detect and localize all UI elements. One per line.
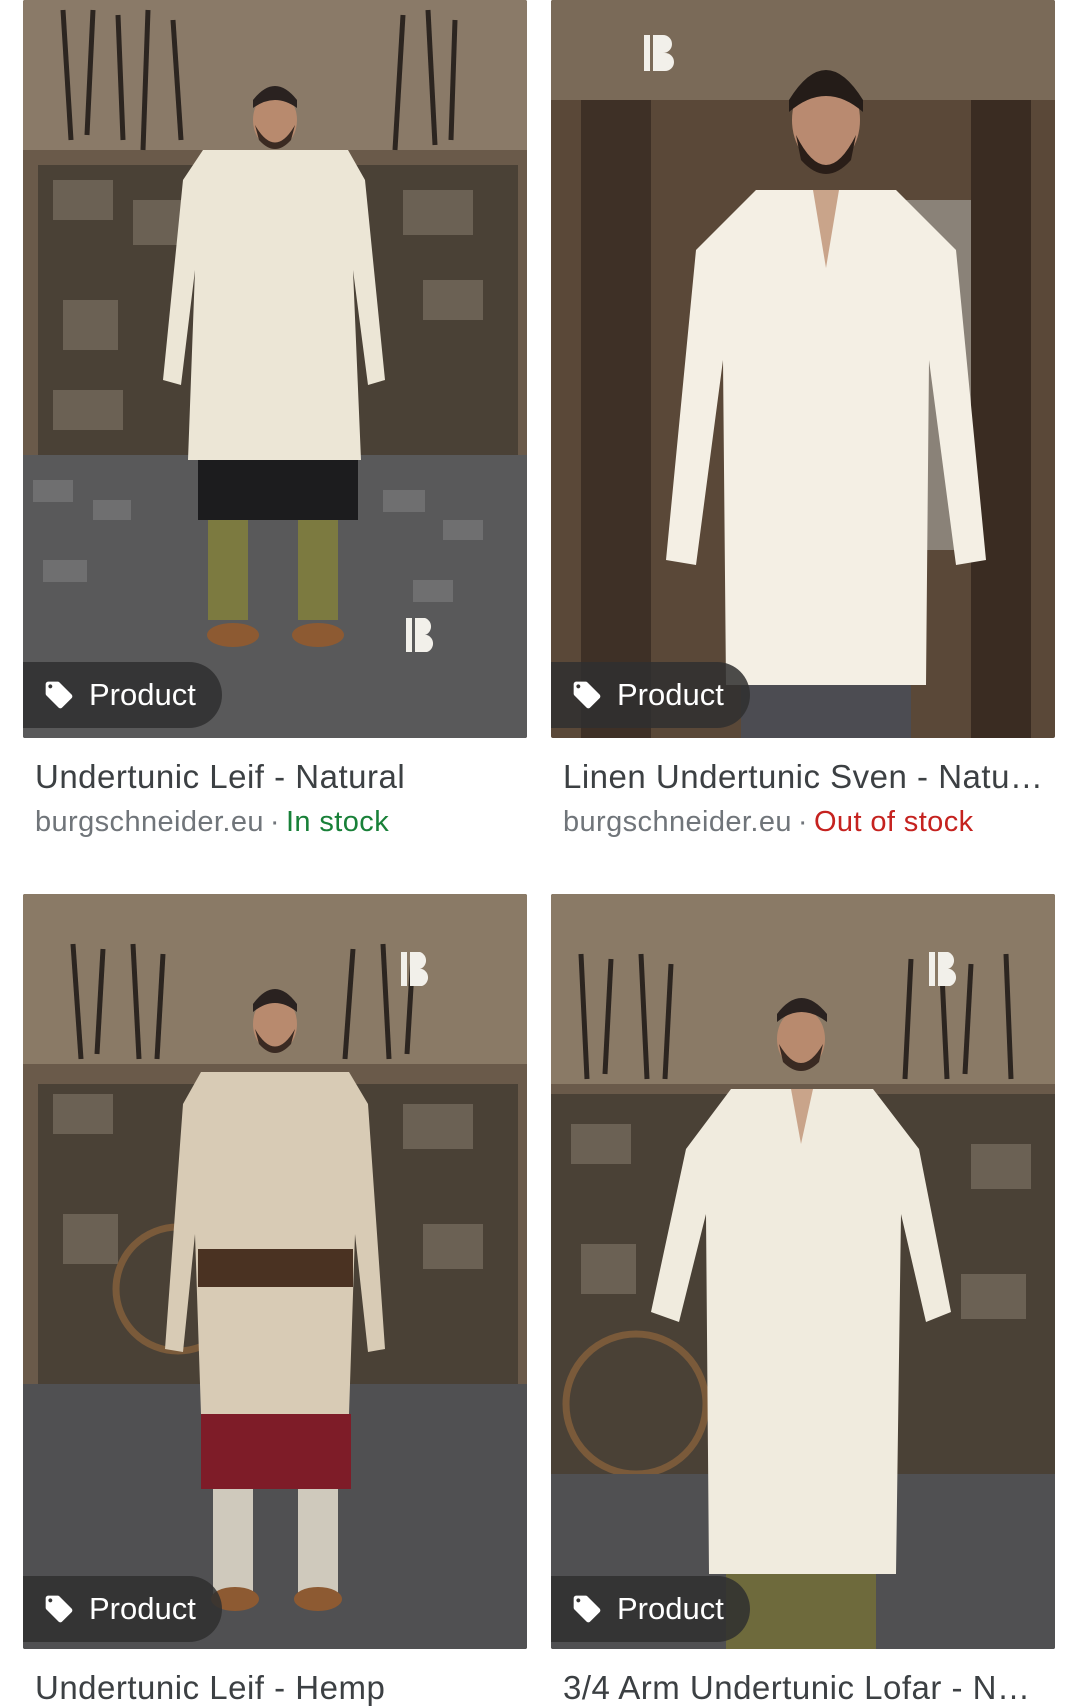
result-card[interactable]: Product Undertunic Leif - Hemp — [23, 894, 527, 1707]
tunic-photo — [23, 894, 527, 1649]
product-image[interactable]: Product — [551, 0, 1055, 738]
product-chip: Product — [551, 662, 750, 728]
chip-label: Product — [89, 1591, 196, 1626]
source-domain: burgschneider.eu — [35, 806, 264, 838]
product-chip: Product — [23, 662, 222, 728]
tunic-photo — [23, 0, 527, 738]
result-card[interactable]: Product Undertunic Leif - Natural burgsc… — [23, 0, 527, 839]
product-chip: Product — [551, 1576, 750, 1642]
result-card[interactable]: Product Linen Undertunic Sven - Natu… bu… — [551, 0, 1055, 839]
product-image[interactable]: Product — [551, 894, 1055, 1649]
tunic-photo — [551, 0, 1055, 738]
product-chip: Product — [23, 1576, 222, 1642]
product-title[interactable]: Undertunic Leif - Hemp — [35, 1669, 515, 1707]
result-card[interactable]: Product 3/4 Arm Undertunic Lofar - N… — [551, 894, 1055, 1707]
product-meta: burgschneider.eu · In stock — [35, 806, 515, 839]
source-domain: burgschneider.eu — [563, 806, 792, 838]
stock-status: In stock — [285, 806, 390, 838]
chip-label: Product — [89, 677, 196, 712]
product-title[interactable]: 3/4 Arm Undertunic Lofar - N… — [563, 1669, 1043, 1707]
separator: · — [797, 806, 808, 838]
chip-label: Product — [617, 677, 724, 712]
product-title[interactable]: Linen Undertunic Sven - Natu… — [563, 758, 1043, 796]
product-title[interactable]: Undertunic Leif - Natural — [35, 758, 515, 796]
tunic-photo — [551, 894, 1055, 1649]
chip-label: Product — [617, 1591, 724, 1626]
stock-status: Out of stock — [813, 806, 974, 838]
tag-icon — [43, 1593, 75, 1625]
product-meta: burgschneider.eu · Out of stock — [563, 806, 1043, 839]
product-image[interactable]: Product — [23, 0, 527, 738]
product-image[interactable]: Product — [23, 894, 527, 1649]
separator: · — [269, 806, 280, 838]
tag-icon — [571, 1593, 603, 1625]
tag-icon — [43, 679, 75, 711]
tag-icon — [571, 679, 603, 711]
